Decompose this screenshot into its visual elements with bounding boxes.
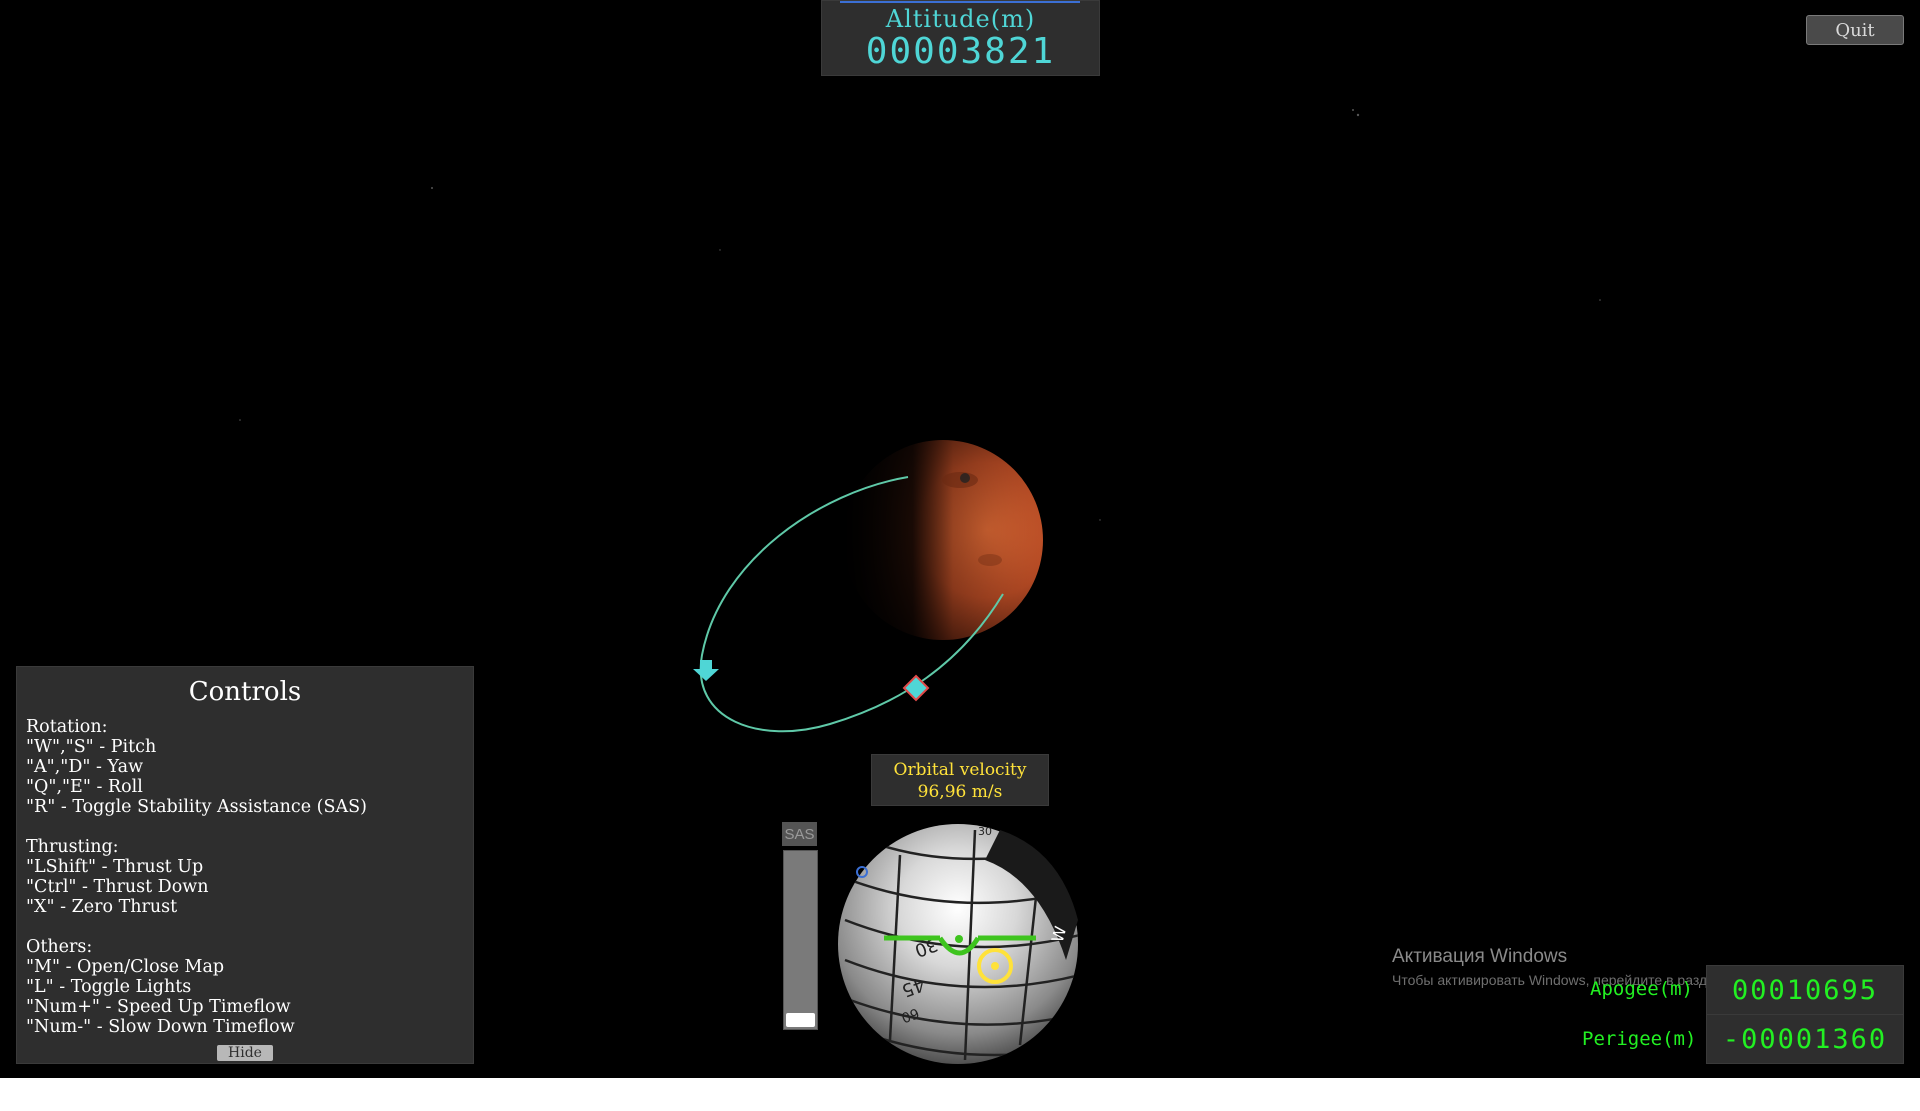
controls-line: "Q","E" - Roll [26, 777, 143, 797]
altitude-label: Altitude(m) [885, 5, 1036, 33]
navball: 30 45 60 30 W [838, 824, 1078, 1064]
controls-line: "X" - Zero Thrust [26, 897, 178, 917]
controls-list: Rotation: "W","S" - Pitch "A","D" - Yaw "Q"… [26, 717, 367, 1037]
controls-spacer [26, 917, 367, 937]
thrust-slider[interactable] [783, 850, 818, 1030]
controls-panel: Controls Rotation: "W","S" - Pitch "A","D"… [16, 666, 474, 1064]
controls-line: Thrusting: [26, 837, 119, 857]
windows-activation-title: Активация Windows [1392, 946, 1568, 967]
vessel-marker[interactable] [693, 660, 719, 681]
game-viewport: 30 45 60 30 W Altitude(m) 00003821 Quit … [0, 0, 1920, 1078]
velocity-label: Orbital velocity [893, 760, 1027, 780]
altitude-panel: Altitude(m) 00003821 [821, 0, 1100, 76]
altitude-bar [840, 1, 1080, 3]
velocity-value: 96,96 m/s [917, 782, 1003, 802]
controls-line: "Num-" - Slow Down Timeflow [26, 1017, 295, 1037]
controls-line: "L" - Toggle Lights [26, 977, 192, 997]
controls-line: "M" - Open/Close Map [26, 957, 225, 977]
controls-line: Others: [26, 937, 93, 957]
navball-label-30b: 30 [978, 825, 992, 838]
controls-line: "R" - Toggle Stability Assistance (SAS) [26, 797, 367, 817]
hide-button[interactable]: Hide [217, 1045, 273, 1061]
velocity-panel: Orbital velocity 96,96 m/s [871, 754, 1049, 806]
controls-line: Rotation: [26, 717, 108, 737]
apogee-value: 00010695 [1706, 965, 1904, 1015]
controls-title: Controls [188, 677, 302, 707]
controls-line: "Ctrl" - Thrust Down [26, 877, 209, 897]
perigee-value: -00001360 [1706, 1014, 1904, 1064]
controls-spacer [26, 817, 367, 837]
quit-button[interactable]: Quit [1806, 15, 1904, 45]
thrust-level-fill [786, 1013, 815, 1027]
perigee-label: Perigee(m) [1582, 1028, 1697, 1050]
apogee-label: Apogee(m) [1590, 978, 1693, 1000]
controls-line: "Num+" - Speed Up Timeflow [26, 997, 291, 1017]
controls-line: "LShift" - Thrust Up [26, 857, 204, 877]
planet-mars [842, 439, 1044, 641]
sas-toggle-button[interactable]: SAS [782, 822, 817, 846]
controls-line: "A","D" - Yaw [26, 757, 144, 777]
controls-line: "W","S" - Pitch [26, 737, 157, 757]
altitude-value: 00003821 [865, 31, 1056, 72]
